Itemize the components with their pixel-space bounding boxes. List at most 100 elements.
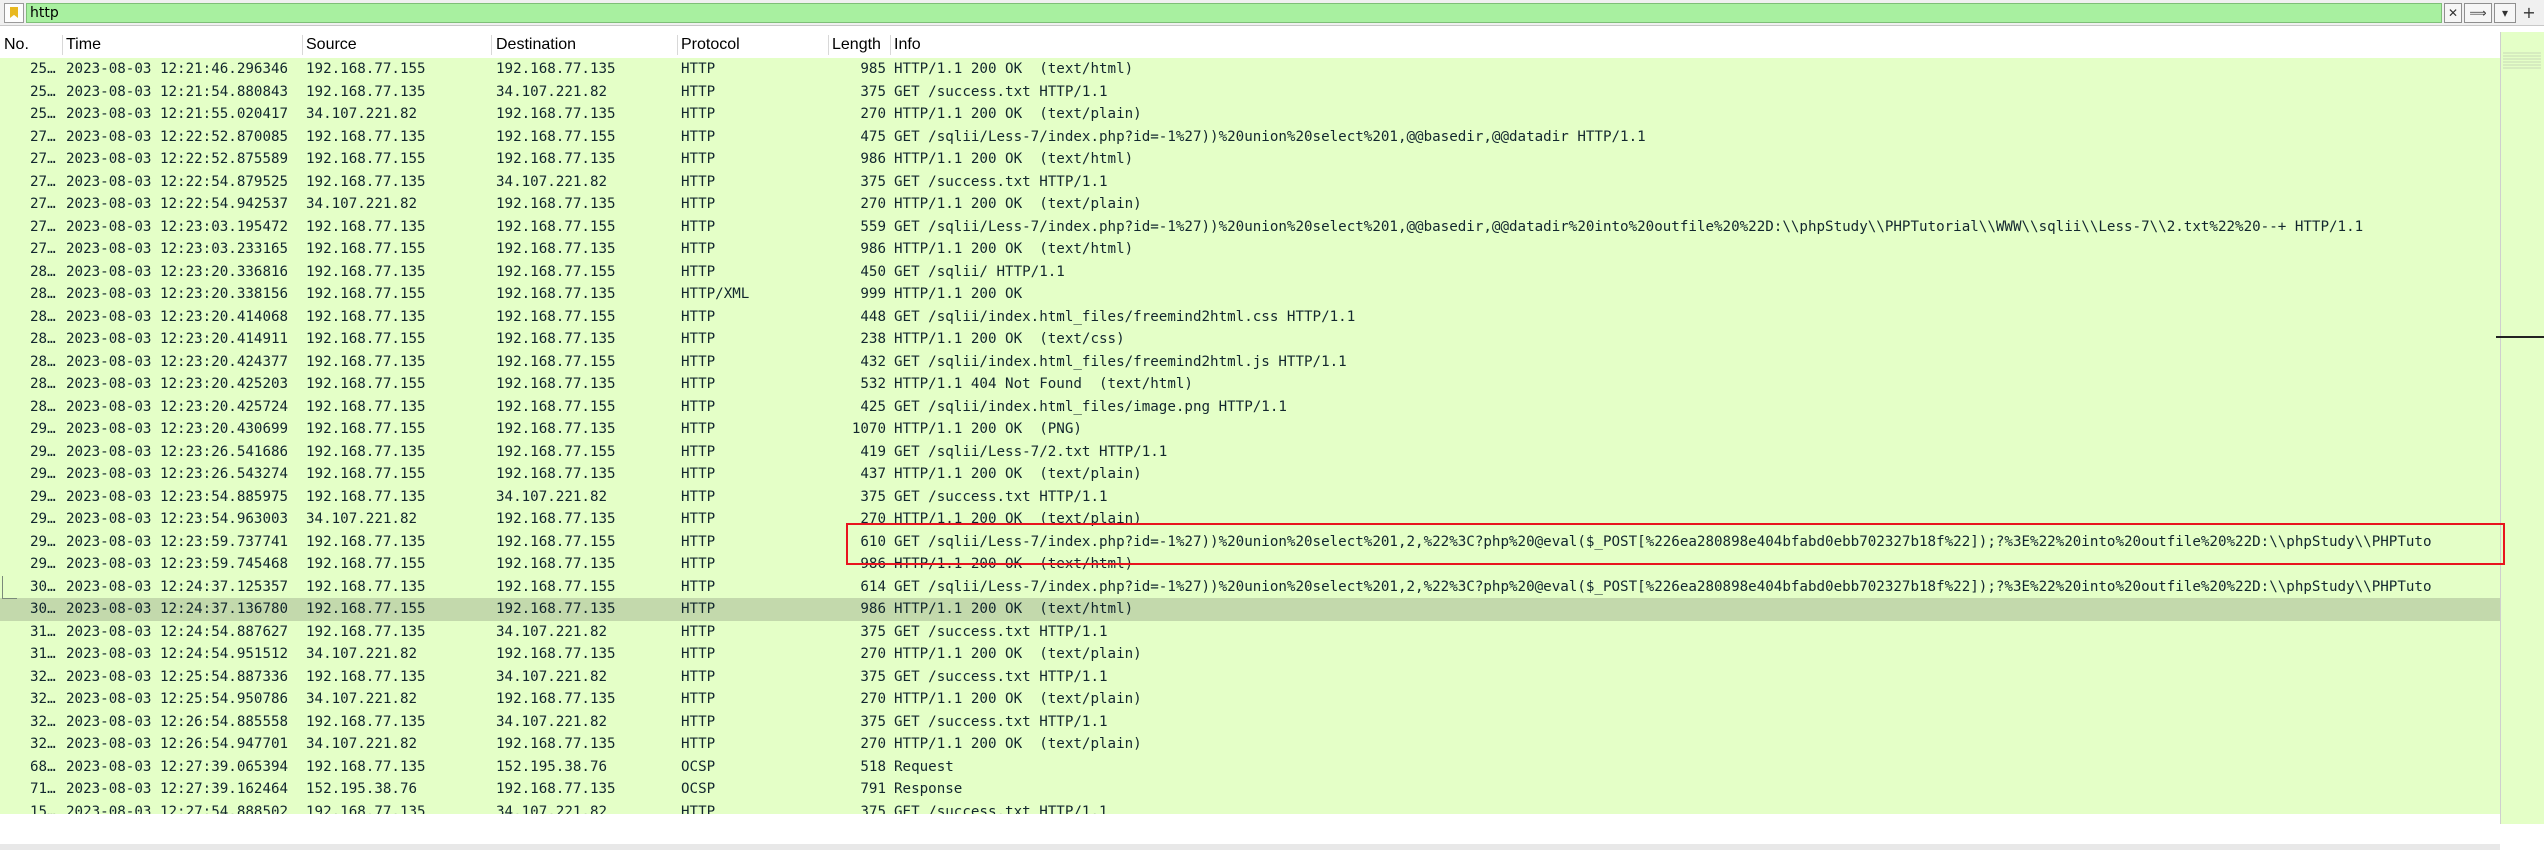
packet-row[interactable]: 25… 2023-08-03 12:21:46.296346 192.168.77.… xyxy=(0,58,2500,81)
packet-length: 475 xyxy=(860,128,886,145)
packet-destination: 192.168.77.135 xyxy=(496,601,616,617)
packet-row[interactable]: 27… 2023-08-03 12:22:52.870085 192.168.77.… xyxy=(0,125,2500,148)
packet-protocol: HTTP xyxy=(681,331,716,347)
packet-length: 614 xyxy=(860,578,886,595)
packet-protocol: HTTP xyxy=(681,713,716,730)
packet-source: 192.168.77.135 xyxy=(306,263,426,280)
packet-row[interactable]: 25… 2023-08-03 12:21:55.020417 34.107.221.… xyxy=(0,103,2500,126)
packet-info: GET /sqlii/Less-7/index.php?id=-1%27))%2… xyxy=(894,578,2432,595)
packet-row[interactable]: 31… 2023-08-03 12:24:54.887627 192.168.77.… xyxy=(0,620,2500,643)
packet-row[interactable]: 29… 2023-08-03 12:23:54.885975 192.168.77.… xyxy=(0,485,2500,508)
minimap-line xyxy=(2503,58,2541,60)
packet-destination: 192.168.77.155 xyxy=(496,263,616,280)
packet-number: 25… xyxy=(30,106,56,122)
packet-source: 34.107.221.82 xyxy=(306,646,418,662)
packet-row[interactable]: 29… 2023-08-03 12:23:26.543274 192.168.77.… xyxy=(0,463,2500,486)
apply-filter-button[interactable]: ⟹ xyxy=(2464,3,2492,23)
packet-row[interactable]: 27… 2023-08-03 12:22:54.942537 34.107.221.… xyxy=(0,193,2500,216)
packet-source: 192.168.77.135 xyxy=(306,173,426,190)
column-header-length[interactable]: Length xyxy=(832,32,881,58)
packet-row[interactable]: 68… 2023-08-03 12:27:39.065394 192.168.77.… xyxy=(0,755,2500,778)
packet-row[interactable]: 32… 2023-08-03 12:25:54.950786 34.107.221.… xyxy=(0,688,2500,711)
display-filter-input[interactable] xyxy=(26,3,2442,23)
packet-row[interactable]: 30… 2023-08-03 12:24:37.136780 192.168.77.… xyxy=(0,598,2500,621)
scrollbar-thumb[interactable] xyxy=(2496,336,2544,342)
packet-time: 2023-08-03 12:25:54.950786 xyxy=(66,691,289,707)
packet-protocol: HTTP xyxy=(681,443,716,460)
packet-length: 270 xyxy=(860,106,886,122)
column-header-info[interactable]: Info xyxy=(894,32,921,58)
minimap-line xyxy=(2503,67,2541,69)
column-divider[interactable] xyxy=(890,35,891,55)
packet-time: 2023-08-03 12:26:54.947701 xyxy=(66,736,289,752)
recent-filters-dropdown[interactable]: ▾ xyxy=(2494,3,2516,23)
column-divider[interactable] xyxy=(677,35,678,55)
packet-row[interactable]: 30… 2023-08-03 12:24:37.125357 192.168.77.… xyxy=(0,575,2500,598)
packet-info: GET /sqlii/Less-7/index.php?id=-1%27))%2… xyxy=(894,218,2364,235)
packet-destination: 192.168.77.155 xyxy=(496,218,616,235)
packet-source: 192.168.77.135 xyxy=(306,353,426,370)
packet-row[interactable]: 31… 2023-08-03 12:24:54.951512 34.107.221.… xyxy=(0,643,2500,666)
packet-row[interactable]: 32… 2023-08-03 12:26:54.885558 192.168.77.… xyxy=(0,710,2500,733)
packet-info: HTTP/1.1 404 Not Found (text/html) xyxy=(894,376,1193,392)
packet-info: HTTP/1.1 200 OK (text/html) xyxy=(894,61,1134,77)
column-header-destination[interactable]: Destination xyxy=(496,32,576,58)
horizontal-scrollbar[interactable] xyxy=(0,844,2500,850)
packet-row[interactable]: 28… 2023-08-03 12:23:20.338156 192.168.77.… xyxy=(0,283,2500,306)
packet-length: 532 xyxy=(860,376,886,392)
packet-destination: 192.168.77.135 xyxy=(496,151,616,167)
packet-row[interactable]: 27… 2023-08-03 12:23:03.233165 192.168.77.… xyxy=(0,238,2500,261)
packet-row[interactable]: 29… 2023-08-03 12:23:54.963003 34.107.221.… xyxy=(0,508,2500,531)
column-header-no[interactable]: No. xyxy=(4,32,29,58)
packet-row[interactable]: 28… 2023-08-03 12:23:20.414068 192.168.77.… xyxy=(0,305,2500,328)
packet-destination: 192.168.77.135 xyxy=(496,286,616,302)
packet-info: GET /success.txt HTTP/1.1 xyxy=(894,488,1108,505)
add-filter-button-button[interactable]: + xyxy=(2518,3,2540,23)
packet-row[interactable]: 15… 2023-08-03 12:27:54.888502 192.168.77.… xyxy=(0,800,2500,814)
packet-row[interactable]: 29… 2023-08-03 12:23:59.737741 192.168.77.… xyxy=(0,530,2500,553)
packet-protocol: HTTP xyxy=(681,533,716,550)
packet-number: 28… xyxy=(30,398,56,415)
packet-row[interactable]: 28… 2023-08-03 12:23:20.424377 192.168.77.… xyxy=(0,350,2500,373)
packet-length: 375 xyxy=(860,488,886,505)
packet-row[interactable]: 32… 2023-08-03 12:26:54.947701 34.107.221.… xyxy=(0,733,2500,756)
packet-info: HTTP/1.1 200 OK (PNG) xyxy=(894,421,1082,437)
packet-row[interactable]: 25… 2023-08-03 12:21:54.880843 192.168.77.… xyxy=(0,80,2500,103)
packet-protocol: HTTP xyxy=(681,623,716,640)
column-header-source[interactable]: Source xyxy=(306,32,357,58)
packet-row[interactable]: 29… 2023-08-03 12:23:59.745468 192.168.77.… xyxy=(0,553,2500,576)
packet-row[interactable]: 32… 2023-08-03 12:25:54.887336 192.168.77.… xyxy=(0,665,2500,688)
packet-minimap-scrollbar[interactable] xyxy=(2500,32,2544,824)
packet-time: 2023-08-03 12:25:54.887336 xyxy=(66,668,289,685)
packet-length: 375 xyxy=(860,83,886,100)
packet-row[interactable]: 29… 2023-08-03 12:23:26.541686 192.168.77.… xyxy=(0,440,2500,463)
packet-row[interactable]: 28… 2023-08-03 12:23:20.414911 192.168.77.… xyxy=(0,328,2500,351)
packet-destination: 192.168.77.155 xyxy=(496,353,616,370)
packet-length: 985 xyxy=(860,61,886,77)
arrow-right-icon: ⟹ xyxy=(2469,6,2487,20)
minimap-track[interactable] xyxy=(2501,32,2544,824)
packet-row[interactable]: 27… 2023-08-03 12:22:52.875589 192.168.77.… xyxy=(0,148,2500,171)
filter-bookmark-button[interactable] xyxy=(4,3,24,23)
packet-number: 28… xyxy=(30,286,56,302)
column-divider[interactable] xyxy=(491,35,492,55)
packet-row[interactable]: 28… 2023-08-03 12:23:20.425724 192.168.77.… xyxy=(0,395,2500,418)
column-divider[interactable] xyxy=(302,35,303,55)
packet-source: 192.168.77.135 xyxy=(306,623,426,640)
packet-length: 375 xyxy=(860,668,886,685)
packet-row[interactable]: 27… 2023-08-03 12:22:54.879525 192.168.77.… xyxy=(0,170,2500,193)
column-header-time[interactable]: Time xyxy=(66,32,101,58)
column-divider[interactable] xyxy=(62,35,63,55)
packet-row[interactable]: 27… 2023-08-03 12:23:03.195472 192.168.77.… xyxy=(0,215,2500,238)
column-header-protocol[interactable]: Protocol xyxy=(681,32,740,58)
packet-number: 71… xyxy=(30,781,56,797)
packet-protocol: HTTP xyxy=(681,196,716,212)
packet-length: 999 xyxy=(860,286,886,302)
packet-row[interactable]: 28… 2023-08-03 12:23:20.336816 192.168.77.… xyxy=(0,260,2500,283)
packet-row[interactable]: 29… 2023-08-03 12:23:20.430699 192.168.77.… xyxy=(0,418,2500,441)
packet-row[interactable]: 71… 2023-08-03 12:27:39.162464 152.195.38.… xyxy=(0,778,2500,801)
packet-row[interactable]: 28… 2023-08-03 12:23:20.425203 192.168.77.… xyxy=(0,373,2500,396)
clear-filter-button[interactable]: ✕ xyxy=(2444,3,2462,23)
packet-protocol: HTTP xyxy=(681,511,716,527)
column-divider[interactable] xyxy=(828,35,829,55)
